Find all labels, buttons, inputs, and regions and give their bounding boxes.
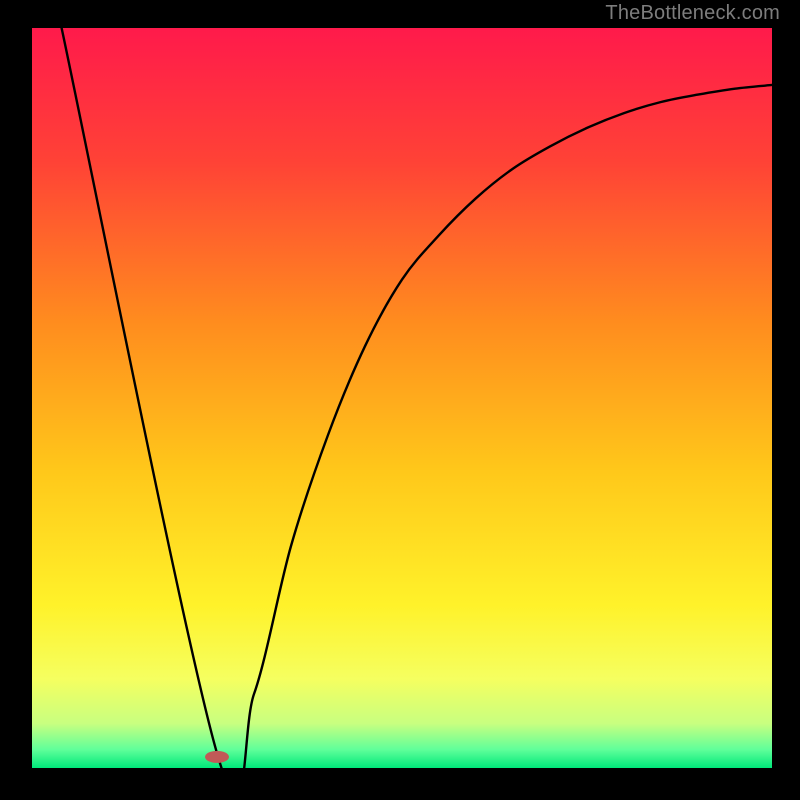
- bottleneck-chart: [0, 0, 800, 800]
- plot-background-gradient: [32, 28, 772, 768]
- frame-border: [0, 768, 800, 800]
- frame-border: [0, 0, 32, 800]
- watermark-text: TheBottleneck.com: [605, 2, 780, 25]
- optimal-point-marker: [205, 751, 229, 763]
- frame-border: [772, 0, 800, 800]
